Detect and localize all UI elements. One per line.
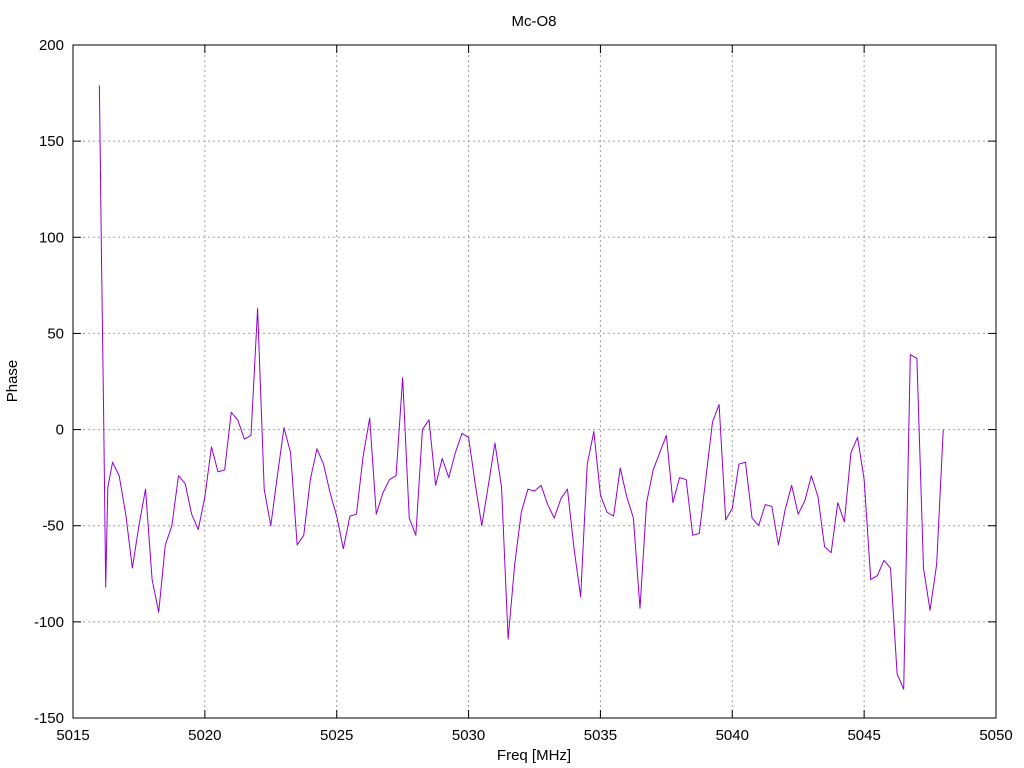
x-tick-label: 5035 bbox=[584, 727, 617, 744]
y-tick-label: 0 bbox=[56, 422, 64, 439]
y-tick-label: -50 bbox=[42, 518, 64, 535]
y-tick-label: -150 bbox=[34, 710, 64, 727]
y-tick-label: -100 bbox=[34, 614, 64, 631]
x-tick-label: 5020 bbox=[188, 727, 221, 744]
chart-title: Mc-O8 bbox=[512, 13, 557, 30]
x-axis-label: Freq [MHz] bbox=[497, 747, 571, 764]
chart-background bbox=[0, 0, 1024, 768]
x-tick-label: 5045 bbox=[847, 727, 880, 744]
y-tick-label: 200 bbox=[39, 37, 64, 54]
y-tick-label: 50 bbox=[47, 325, 64, 342]
x-tick-label: 5030 bbox=[452, 727, 485, 744]
x-tick-label: 5015 bbox=[56, 727, 89, 744]
x-tick-label: 5050 bbox=[979, 727, 1012, 744]
y-axis-label: Phase bbox=[4, 360, 21, 403]
x-tick-label: 5025 bbox=[320, 727, 353, 744]
y-tick-label: 100 bbox=[39, 229, 64, 246]
phase-line-chart: 5015 5020 5025 5030 5035 5040 5045 5050 -150 -10… bbox=[0, 0, 1024, 768]
y-tick-label: 150 bbox=[39, 133, 64, 150]
x-tick-label: 5040 bbox=[716, 727, 749, 744]
